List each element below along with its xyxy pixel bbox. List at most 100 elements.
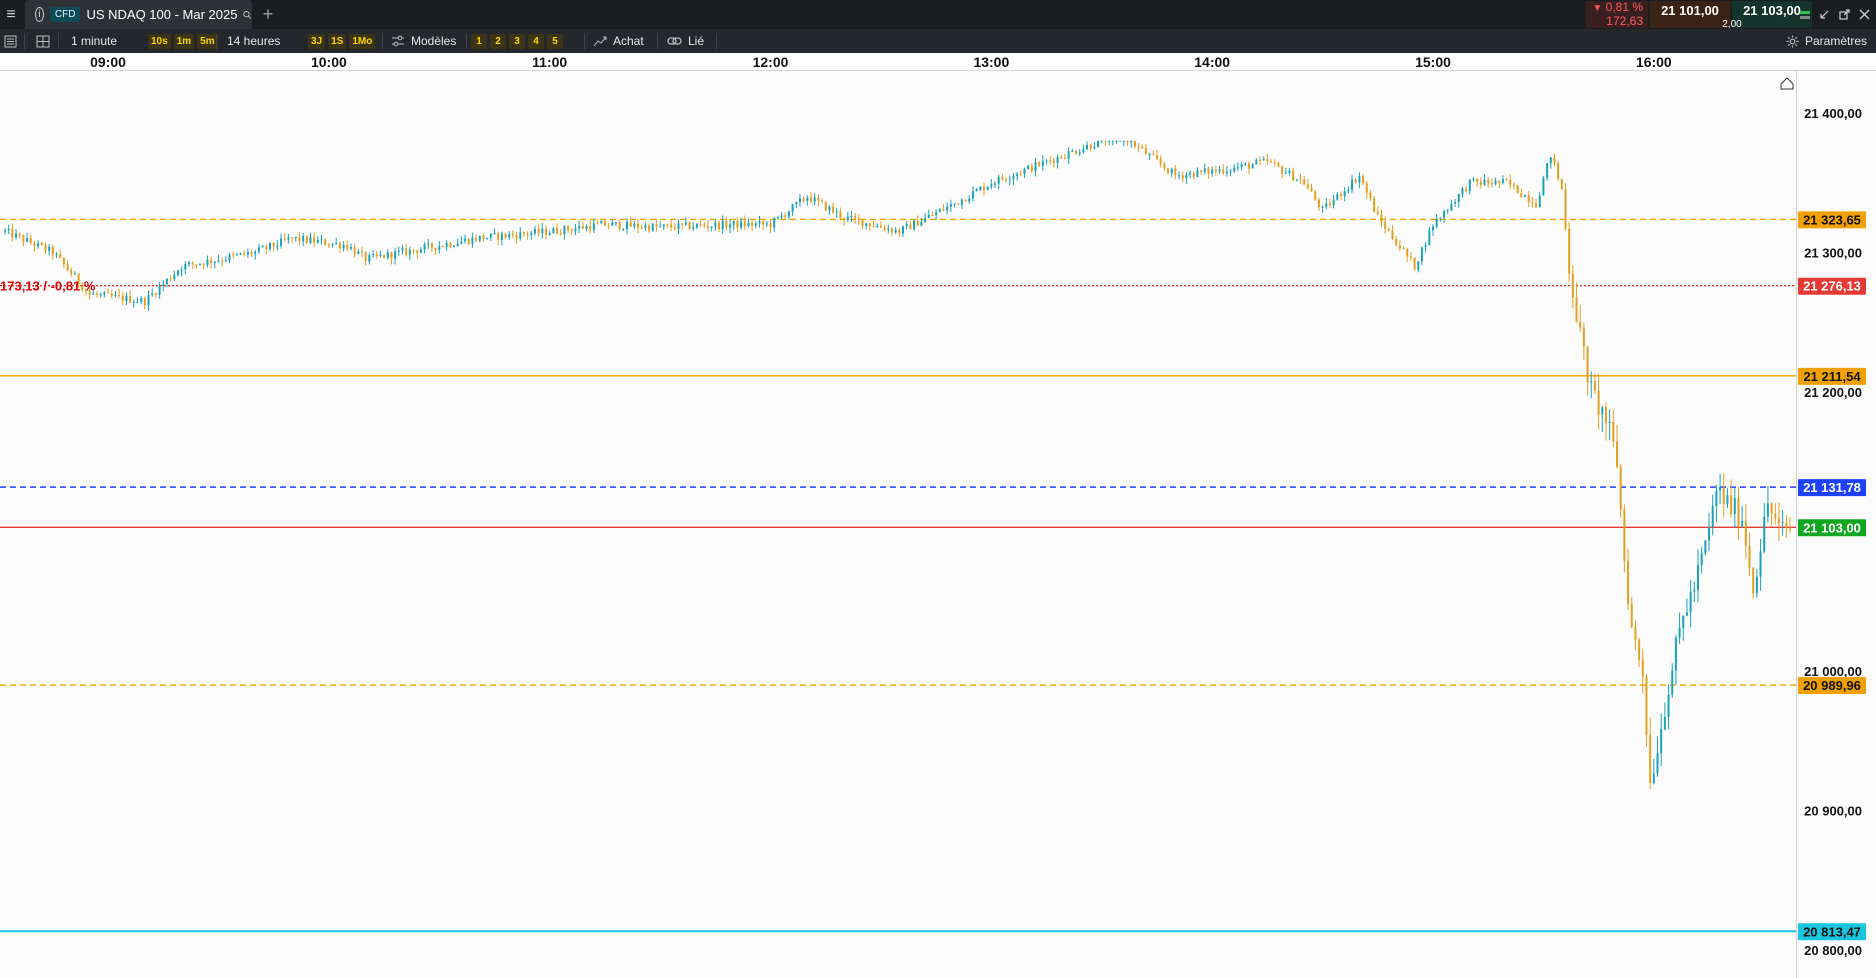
candle-down <box>434 247 437 250</box>
range-1mo-button[interactable]: 1Mo <box>349 33 376 49</box>
candle-up <box>1086 145 1089 150</box>
link-button[interactable]: Lié <box>667 29 704 53</box>
candle-up <box>600 221 603 224</box>
interval-select[interactable]: 1 minute <box>71 29 117 53</box>
candle-up <box>1045 160 1048 162</box>
candle-up <box>199 263 202 265</box>
candle-down <box>1770 503 1773 514</box>
candle-up <box>309 237 312 243</box>
candle-down <box>1413 257 1416 270</box>
candle-down <box>416 250 419 253</box>
candle-up <box>489 233 492 239</box>
candle-up <box>1244 163 1247 165</box>
interval-10s-button[interactable]: 10s <box>148 33 171 49</box>
candle-up <box>342 244 345 249</box>
candle-down <box>33 242 36 247</box>
candle-up <box>662 224 665 227</box>
candle-up <box>1763 516 1766 552</box>
interval-5m-button[interactable]: 5m <box>197 33 218 49</box>
scroll-home-icon[interactable] <box>1780 77 1794 90</box>
instrument-title[interactable]: US NDAQ 100 - Mar 2025 <box>86 7 237 22</box>
candle-up <box>813 197 816 202</box>
layout-4-button[interactable]: 4 <box>528 33 544 49</box>
candle-up <box>1457 193 1460 203</box>
candle-up <box>990 184 993 187</box>
candle-up <box>1115 140 1118 142</box>
candle-down <box>1126 140 1129 143</box>
info-icon[interactable]: i <box>35 7 44 22</box>
candle-up <box>1027 165 1030 169</box>
candle-down <box>1247 163 1250 169</box>
candle-up <box>147 295 150 306</box>
candle-down <box>383 254 386 258</box>
candle-down <box>1722 487 1725 504</box>
layout-1-button[interactable]: 1 <box>471 33 487 49</box>
interval-1m-button[interactable]: 1m <box>173 33 195 49</box>
candle-up <box>217 260 220 262</box>
order-button[interactable]: Achat <box>593 29 644 53</box>
candle-up <box>1652 773 1655 784</box>
candle-up <box>1443 211 1446 218</box>
range-select[interactable]: 14 heures <box>227 29 280 53</box>
candle-up <box>913 220 916 230</box>
instrument-tab[interactable]: i CFD US NDAQ 100 - Mar 2025 <box>25 0 252 29</box>
candle-down <box>1152 153 1155 156</box>
candle-down <box>1384 221 1387 230</box>
price-chart[interactable]: 21 400,0021 300,0021 200,0021 000,0020 9… <box>0 71 1876 978</box>
time-tick-label: 16:00 <box>1635 54 1672 70</box>
candle-down <box>202 263 205 266</box>
layout-5-button[interactable]: 5 <box>547 33 563 49</box>
candle-down <box>1328 203 1331 206</box>
minimize-icon[interactable] <box>1819 9 1830 20</box>
layout-grid-icon[interactable] <box>36 29 50 53</box>
time-axis[interactable]: 09:00 10:00 11:00 12:00 13:00 14:00 15:00 16:00 <box>0 53 1876 71</box>
candle-down <box>1299 179 1302 181</box>
candle-down <box>1174 168 1177 176</box>
candle-down <box>1398 245 1401 249</box>
search-icon[interactable] <box>243 7 252 23</box>
candle-up <box>213 261 216 264</box>
candle-up <box>1704 540 1707 554</box>
settings-label: Paramètres <box>1805 34 1868 48</box>
candle-up <box>1332 199 1335 206</box>
candle-up <box>828 206 831 211</box>
candle-down <box>250 252 253 255</box>
templates-button[interactable]: Modèles <box>391 29 456 53</box>
candle-down <box>1144 148 1147 155</box>
candle-up <box>368 255 371 262</box>
list-icon[interactable] <box>4 29 17 53</box>
candle-down <box>1568 228 1571 274</box>
range-3j-button[interactable]: 3J <box>308 33 326 49</box>
popout-icon[interactable] <box>1839 9 1850 20</box>
candle-down <box>1001 176 1004 180</box>
candle-up <box>1590 381 1593 383</box>
candle-up <box>1240 164 1243 168</box>
candle-down <box>821 200 824 202</box>
candle-up <box>548 233 551 235</box>
hamburger-icon[interactable]: ≡ <box>0 0 22 29</box>
candle-down <box>11 228 14 238</box>
layout-3-button[interactable]: 3 <box>509 33 525 49</box>
time-tick-label: 10:00 <box>310 54 347 70</box>
candle-down <box>467 238 470 244</box>
candle-up <box>1501 179 1504 183</box>
candle-up <box>114 294 117 296</box>
layout-2-button[interactable]: 2 <box>490 33 506 49</box>
candle-up <box>776 216 779 219</box>
candle-down <box>556 228 559 234</box>
candle-down <box>1744 520 1747 546</box>
add-tab-button[interactable]: + <box>258 0 278 29</box>
candle-down <box>1339 194 1342 197</box>
candle-down <box>879 225 882 228</box>
candle-up <box>1347 189 1350 192</box>
candle-down <box>1638 639 1641 660</box>
candle-down <box>581 226 584 229</box>
price-labels: 21 400,0021 300,0021 200,0021 000,0020 9… <box>0 77 1866 958</box>
candle-up <box>1468 179 1471 191</box>
candle-down <box>107 292 110 294</box>
settings-button[interactable]: Paramètres <box>1786 29 1867 53</box>
candle-up <box>1111 140 1114 142</box>
range-1s-button[interactable]: 1S <box>328 33 347 49</box>
candle-down <box>1527 195 1530 203</box>
close-icon[interactable] <box>1859 9 1870 20</box>
